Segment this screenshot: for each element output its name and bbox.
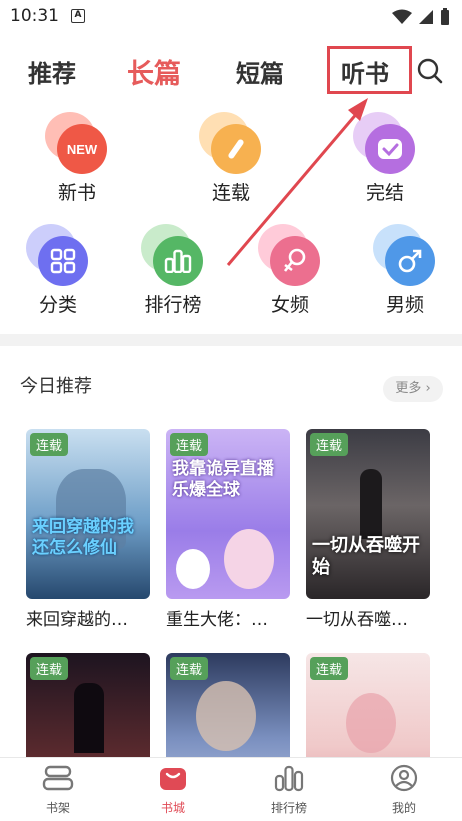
- category-classify[interactable]: 分类: [13, 224, 103, 317]
- status-badge: 连载: [310, 657, 349, 680]
- status-bar: 10:31 A: [0, 0, 462, 34]
- nav-label: 排行榜: [270, 801, 307, 815]
- new-icon: NEW: [45, 112, 109, 174]
- category-male[interactable]: 男频: [360, 224, 450, 317]
- category-label: 完结: [365, 182, 404, 204]
- book-title: 一切从吞噬…: [306, 610, 408, 630]
- category-female[interactable]: 女频: [245, 224, 335, 317]
- book-card[interactable]: 连载 来回穿越的我还怎么修仙 来回穿越的…: [26, 429, 150, 630]
- nav-bookshelf[interactable]: 书架: [18, 764, 98, 816]
- chevron-right-icon: ›: [425, 381, 431, 396]
- book-title: 来回穿越的…: [26, 610, 128, 630]
- category-label: 新书: [57, 182, 96, 204]
- top-tab-bar: 推荐 长篇 短篇 听书: [0, 34, 462, 106]
- male-icon: [373, 224, 437, 286]
- book-cover: 连载 来回穿越的我还怎么修仙: [26, 429, 150, 599]
- category-label: 分类: [38, 294, 77, 316]
- bottom-nav: 书架 书城 排行榜 我的: [0, 757, 462, 821]
- nav-label: 我的: [391, 801, 416, 815]
- grid-icon: [26, 224, 90, 286]
- wifi-icon: [392, 9, 412, 24]
- tab-long-novel[interactable]: 长篇: [127, 52, 181, 91]
- book-card[interactable]: 连载 我靠诡异直播乐爆全球 重生大佬：…: [166, 429, 290, 630]
- female-icon: [258, 224, 322, 286]
- nav-bookstore[interactable]: 书城: [133, 764, 213, 816]
- book-card[interactable]: 连载 一切从吞噬开始 一切从吞噬…: [306, 429, 430, 630]
- nav-label: 书城: [160, 801, 185, 815]
- category-serializing[interactable]: 连载: [186, 112, 276, 205]
- tab-short-novel[interactable]: 短篇: [236, 54, 284, 89]
- today-recommend-section: 今日推荐 更多 › 连载 来回穿越的我还怎么修仙 来回穿越的… 连载 我靠诡异直…: [0, 346, 462, 821]
- book-cover: 连载 一切从吞噬开始: [306, 429, 430, 599]
- status-badge: 连载: [30, 433, 69, 456]
- nav-label: 书架: [45, 801, 70, 815]
- category-grid: NEW 新书 连载 完结 分类 排行榜 女频 男频: [0, 106, 462, 334]
- pen-icon: [199, 112, 263, 174]
- category-label: 排行榜: [144, 294, 202, 316]
- bookshelf-icon: [42, 765, 74, 791]
- status-badge: 连载: [310, 433, 349, 456]
- tab-audiobook[interactable]: 听书: [341, 54, 389, 89]
- category-completed[interactable]: 完结: [340, 112, 430, 205]
- check-icon: [353, 112, 417, 174]
- cover-title-text: 我靠诡异直播乐爆全球: [172, 459, 274, 500]
- search-icon[interactable]: [415, 56, 445, 86]
- new-badge-text: NEW: [66, 141, 98, 157]
- category-label: 男频: [385, 294, 424, 316]
- category-label: 女频: [270, 294, 309, 316]
- tab-recommend[interactable]: 推荐: [28, 54, 76, 89]
- category-new-books[interactable]: NEW 新书: [32, 112, 122, 205]
- profile-icon: [390, 764, 418, 792]
- book-title: 重生大佬：…: [166, 610, 268, 630]
- cover-title-text: 一切从吞噬开始: [312, 535, 420, 578]
- category-label: 连载: [211, 182, 250, 204]
- bookstore-icon: [160, 768, 186, 790]
- more-button[interactable]: 更多 ›: [383, 376, 443, 402]
- nav-profile[interactable]: 我的: [364, 764, 444, 816]
- status-badge: 连载: [170, 657, 209, 680]
- book-cover: 连载 我靠诡异直播乐爆全球: [166, 429, 290, 599]
- signal-icon: [419, 10, 433, 24]
- notification-icon: A: [71, 9, 85, 23]
- more-label: 更多: [395, 381, 422, 396]
- battery-icon: [441, 8, 449, 25]
- category-ranking[interactable]: 排行榜: [128, 224, 218, 317]
- status-time: 10:31: [10, 6, 59, 26]
- nav-ranking[interactable]: 排行榜: [249, 764, 329, 816]
- section-title: 今日推荐: [20, 376, 92, 397]
- ranking-icon: [274, 765, 304, 792]
- status-icons: [392, 8, 450, 26]
- cover-title-text: 来回穿越的我还怎么修仙: [32, 517, 134, 558]
- ranking-icon: [141, 224, 205, 286]
- status-badge: 连载: [30, 657, 69, 680]
- status-badge: 连载: [170, 433, 209, 456]
